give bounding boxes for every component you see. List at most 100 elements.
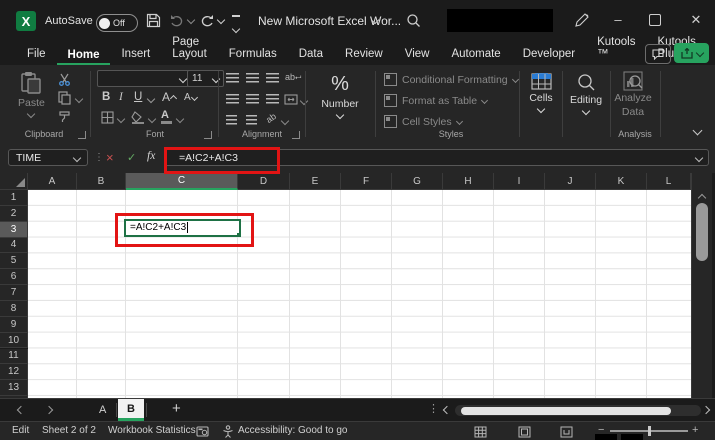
fill-color-chevron-icon[interactable] [147, 114, 157, 124]
row-header-5[interactable]: 5 [0, 253, 28, 270]
column-header-j[interactable]: J [545, 173, 596, 190]
conditional-formatting-button[interactable]: Conditional Formatting [384, 73, 519, 86]
row-header-10[interactable]: 10 [0, 332, 28, 349]
copy-dropdown-chevron-icon[interactable] [74, 94, 84, 104]
column-header-d[interactable]: D [238, 173, 290, 190]
redo-dropdown-chevron-icon[interactable] [216, 15, 226, 25]
tab-file[interactable]: File [16, 48, 57, 65]
font-dialog-launcher-icon[interactable] [204, 131, 212, 139]
undo-dropdown-chevron-icon[interactable] [186, 15, 196, 25]
copy-icon[interactable] [58, 91, 71, 105]
cancel-icon[interactable]: × [106, 150, 114, 165]
column-header-g[interactable]: G [392, 173, 443, 190]
row-header-2[interactable]: 2 [0, 205, 28, 222]
autosave-toggle[interactable]: Off [96, 14, 138, 32]
tab-automate[interactable]: Automate [440, 48, 511, 65]
increase-indent-icon[interactable] [246, 115, 257, 125]
tab-developer[interactable]: Developer [512, 48, 586, 65]
borders-chevron-icon[interactable] [116, 114, 126, 124]
tab-kutools[interactable]: Kutools ™ [586, 36, 646, 65]
bold-button[interactable]: B [102, 91, 110, 103]
merge-chevron-icon[interactable] [299, 96, 309, 106]
column-header-b[interactable]: B [77, 173, 126, 190]
column-header-i[interactable]: I [494, 173, 545, 190]
column-header-h[interactable]: H [443, 173, 494, 190]
enter-icon[interactable]: ✓ [127, 151, 136, 164]
row-header-3[interactable]: 3 [0, 221, 28, 238]
column-header-e[interactable]: E [290, 173, 341, 190]
horizontal-scroll-thumb[interactable] [461, 406, 671, 415]
underline-button[interactable]: U [134, 91, 142, 103]
column-header-c[interactable]: C [126, 173, 238, 190]
excel-logo-icon[interactable]: X [16, 11, 36, 31]
align-top-icon[interactable] [226, 73, 239, 83]
paste-button[interactable]: Paste [18, 71, 45, 119]
tab-home[interactable]: Home [56, 49, 111, 65]
tab-page-layout[interactable]: Page Layout [161, 36, 218, 65]
increase-font-button[interactable]: A [162, 90, 178, 104]
close-button[interactable]: ✕ [686, 12, 706, 28]
row-header-9[interactable]: 9 [0, 316, 28, 333]
orientation-icon[interactable]: ab [264, 111, 278, 125]
font-color-chevron-icon[interactable] [175, 114, 185, 124]
minimize-button[interactable]: – [608, 12, 628, 27]
zoom-slider-thumb[interactable] [648, 426, 651, 436]
collapse-ribbon-chevron-icon[interactable] [692, 125, 703, 136]
font-color-icon[interactable]: A [161, 109, 172, 124]
decrease-indent-icon[interactable] [226, 115, 237, 125]
vertical-scrollbar[interactable] [691, 173, 712, 398]
sheet-info[interactable]: Sheet 2 of 2 [42, 425, 96, 436]
format-as-table-button[interactable]: Format as Table [384, 94, 489, 107]
zoom-in-button[interactable]: + [692, 424, 698, 436]
quick-access-more-icon[interactable] [231, 15, 241, 37]
redo-icon[interactable] [200, 13, 214, 27]
row-header-13[interactable]: 13 [0, 380, 28, 397]
select-all-corner[interactable] [0, 173, 28, 190]
font-name-combo[interactable] [97, 70, 191, 87]
horizontal-scrollbar[interactable] [455, 405, 701, 416]
column-header-l[interactable]: L [647, 173, 691, 190]
sheet-tab-b[interactable]: B [118, 399, 144, 421]
cell-styles-button[interactable]: Cell Styles [384, 115, 463, 128]
vertical-scroll-thumb[interactable] [696, 203, 708, 261]
new-sheet-button[interactable]: + [172, 400, 181, 417]
share-button[interactable] [674, 43, 709, 63]
cells-button[interactable]: Cells [523, 73, 559, 114]
undo-icon[interactable] [170, 13, 184, 27]
cells-area[interactable]: =A!C2+A!C3 [28, 190, 691, 398]
align-right-icon[interactable] [266, 94, 279, 104]
page-layout-view-icon[interactable] [518, 426, 531, 438]
tab-formulas[interactable]: Formulas [218, 48, 288, 65]
hscroll-left-chevron-icon[interactable] [442, 405, 452, 415]
orientation-chevron-icon[interactable] [280, 116, 290, 126]
tab-review[interactable]: Review [334, 48, 394, 65]
zoom-slider[interactable] [610, 426, 688, 436]
save-icon[interactable] [146, 13, 161, 28]
column-header-k[interactable]: K [596, 173, 647, 190]
maximize-button[interactable] [649, 14, 661, 26]
editing-button[interactable]: Editing [565, 73, 607, 116]
merge-center-icon[interactable] [284, 94, 298, 105]
hscroll-right-chevron-icon[interactable] [701, 405, 711, 415]
sheet-options-dots-icon[interactable]: ⋮ [428, 402, 439, 415]
row-header-7[interactable]: 7 [0, 285, 28, 301]
comments-button[interactable] [645, 44, 671, 64]
row-header-4[interactable]: 4 [0, 237, 28, 254]
number-format-button[interactable]: % Number [318, 73, 362, 120]
scroll-up-chevron-icon[interactable] [697, 193, 707, 203]
search-icon[interactable] [406, 13, 421, 28]
clipboard-dialog-launcher-icon[interactable] [78, 131, 86, 139]
decrease-font-button[interactable]: A [184, 92, 198, 103]
tab-view[interactable]: View [394, 48, 441, 65]
underline-chevron-icon[interactable] [146, 94, 156, 104]
accessibility-status[interactable]: Accessibility: Good to go [238, 425, 348, 436]
format-painter-icon[interactable] [58, 110, 71, 123]
column-header-a[interactable]: A [28, 173, 77, 190]
analyze-data-button[interactable]: Analyze Data [613, 71, 653, 117]
align-bottom-icon[interactable] [266, 73, 279, 83]
row-header-12[interactable]: 12 [0, 364, 28, 381]
display-settings-icon[interactable] [196, 426, 209, 437]
pen-mode-icon[interactable] [574, 13, 589, 28]
tab-data[interactable]: Data [288, 48, 334, 65]
row-header-1[interactable]: 1 [0, 190, 28, 206]
